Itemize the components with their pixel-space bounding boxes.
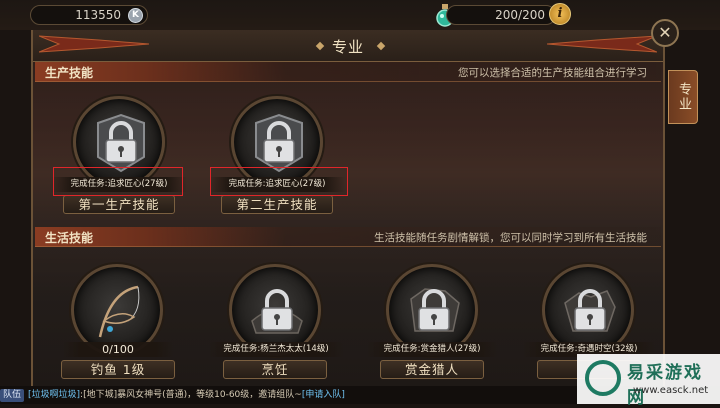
production-section-desc: 您可以选择合适的生产技能组合进行学习: [458, 67, 647, 79]
tab-profession[interactable]: 专业: [668, 70, 698, 124]
life-skill-cooking-name[interactable]: 烹饪: [223, 360, 327, 379]
chat-message: :[地下城]暴风女神号(普通)，等级10-60级，邀请组队~: [80, 390, 302, 400]
gold-coin-icon: K: [128, 8, 143, 23]
stamina-value: 200/200: [495, 8, 545, 22]
watermark-url: www.easck.net: [633, 385, 709, 396]
close-button[interactable]: ✕: [651, 19, 679, 47]
gold-value: 113550: [75, 8, 121, 22]
life-skill-bounty-name[interactable]: 赏金猎人: [380, 360, 484, 379]
site-watermark: 易采游戏网 www.easck.net: [577, 354, 720, 408]
stamina-counter: 200/200: [446, 5, 556, 25]
fishing-icon: [98, 285, 140, 338]
apply-join-link[interactable]: [申请入队]: [302, 390, 345, 400]
production-section-header: 生产技能 您可以选择合适的生产技能组合进行学习: [35, 62, 661, 82]
life-skill-fishing-name[interactable]: 钓鱼 1级: [61, 360, 175, 379]
lock-icon: [97, 113, 145, 173]
life-skill-bounty-task: 完成任务:赏金猎人(27级): [367, 342, 497, 357]
info-icon[interactable]: i: [549, 3, 571, 25]
chat-channel-badge: 队伍: [0, 389, 25, 402]
lock-icon: [255, 113, 303, 173]
lock-icon: [564, 289, 616, 332]
top-status-bar: 113550 K 200/200 i: [0, 0, 720, 30]
life-section-header: 生活技能 生活技能随任务剧情解锁，您可以同时学习到所有生活技能: [35, 227, 661, 247]
lock-icon: [410, 288, 460, 332]
production-skill-1-name[interactable]: 第一生产技能: [63, 195, 175, 214]
profession-panel: 专业 生产技能 您可以选择合适的生产技能组合进行学习 完成任务:追求匠心(27级…: [31, 30, 665, 386]
lock-icon: [251, 289, 303, 334]
chat-sender[interactable]: [垃圾啊垃圾]: [28, 390, 80, 400]
panel-title: 专业: [331, 38, 364, 56]
panel-header: 专业: [33, 30, 663, 62]
task-highlight-1: [53, 167, 183, 196]
production-skill-2-name[interactable]: 第二生产技能: [221, 195, 333, 214]
site-logo-icon: [585, 360, 621, 396]
watermark-title: 易采游戏网: [627, 363, 703, 408]
life-section-desc: 生活技能随任务剧情解锁，您可以同时学习到所有生活技能: [374, 232, 647, 244]
life-skill-fishing-progress: 0/100: [63, 342, 173, 357]
life-section-title: 生活技能: [45, 231, 94, 245]
production-section-title: 生产技能: [45, 66, 94, 80]
life-skill-cooking-task: 完成任务:杨兰杰太太(14级): [209, 342, 343, 357]
gold-counter: 113550 K: [30, 5, 148, 25]
task-highlight-2: [210, 167, 348, 196]
